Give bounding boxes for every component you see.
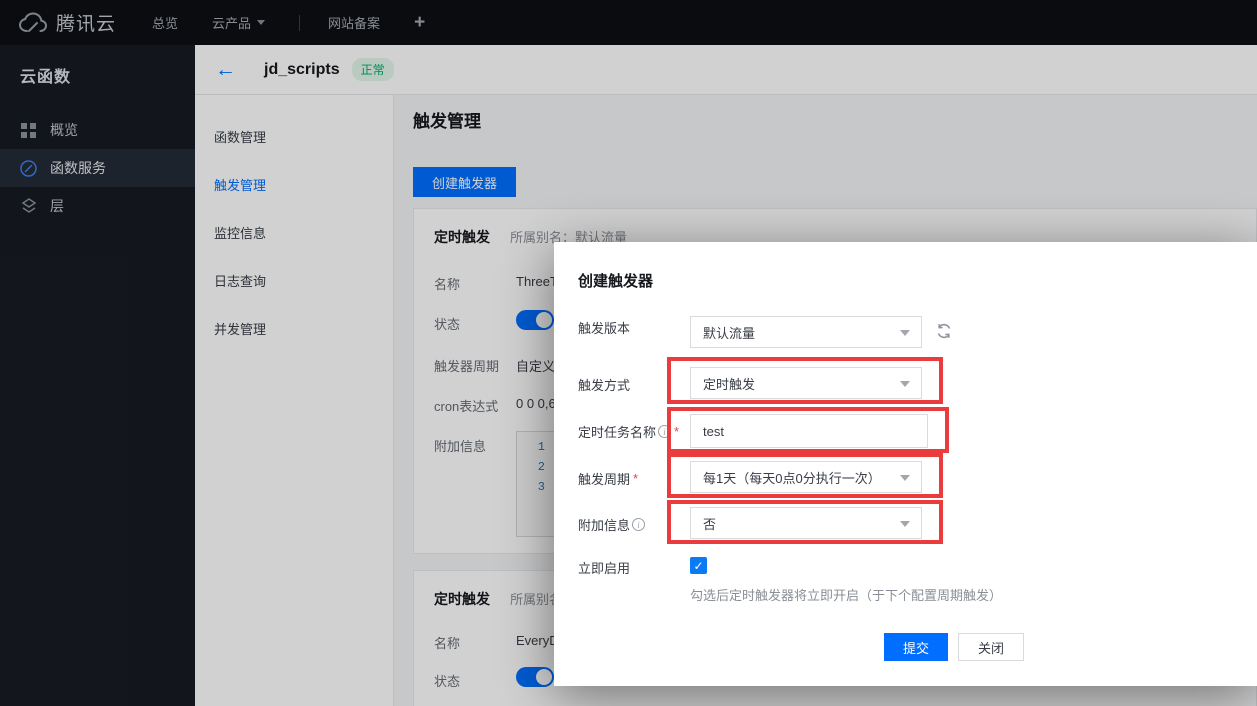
chevron-down-icon: [900, 330, 910, 336]
enable-now-label: 立即启用: [578, 558, 630, 577]
submit-button[interactable]: 提交: [884, 633, 948, 661]
trigger-cycle-label: 触发周期*: [578, 469, 638, 488]
enable-now-checkbox[interactable]: ✓: [690, 557, 707, 574]
task-name-input[interactable]: [690, 414, 928, 448]
trigger-type-label: 触发方式: [578, 375, 630, 394]
extra-info-label: 附加信息i: [578, 515, 645, 534]
trigger-type-select[interactable]: 定时触发: [690, 367, 922, 399]
create-trigger-modal: 创建触发器 触发版本 默认流量 触发方式 定时触发 定时任务名称i* 触发周期*: [554, 242, 1257, 686]
trigger-version-select[interactable]: 默认流量: [690, 316, 922, 348]
enable-helper-text: 勾选后定时触发器将立即开启（于下个配置周期触发）: [690, 585, 1002, 604]
info-icon[interactable]: i: [632, 518, 645, 531]
extra-info-select[interactable]: 否: [690, 507, 922, 539]
modal-title: 创建触发器: [578, 270, 653, 291]
screen: 腾讯云 总览 云产品 网站备案 + 云函数 概览: [0, 0, 1257, 706]
check-icon: ✓: [693, 559, 703, 573]
chevron-down-icon: [900, 475, 910, 481]
refresh-icon[interactable]: [935, 322, 953, 340]
chevron-down-icon: [900, 381, 910, 387]
info-icon[interactable]: i: [658, 425, 671, 438]
required-star: *: [674, 424, 679, 439]
close-button[interactable]: 关闭: [958, 633, 1024, 661]
trigger-version-label: 触发版本: [578, 318, 630, 337]
required-star: *: [633, 471, 638, 486]
chevron-down-icon: [900, 521, 910, 527]
task-name-label: 定时任务名称i*: [578, 422, 679, 441]
trigger-cycle-select[interactable]: 每1天（每天0点0分执行一次）: [690, 461, 922, 493]
